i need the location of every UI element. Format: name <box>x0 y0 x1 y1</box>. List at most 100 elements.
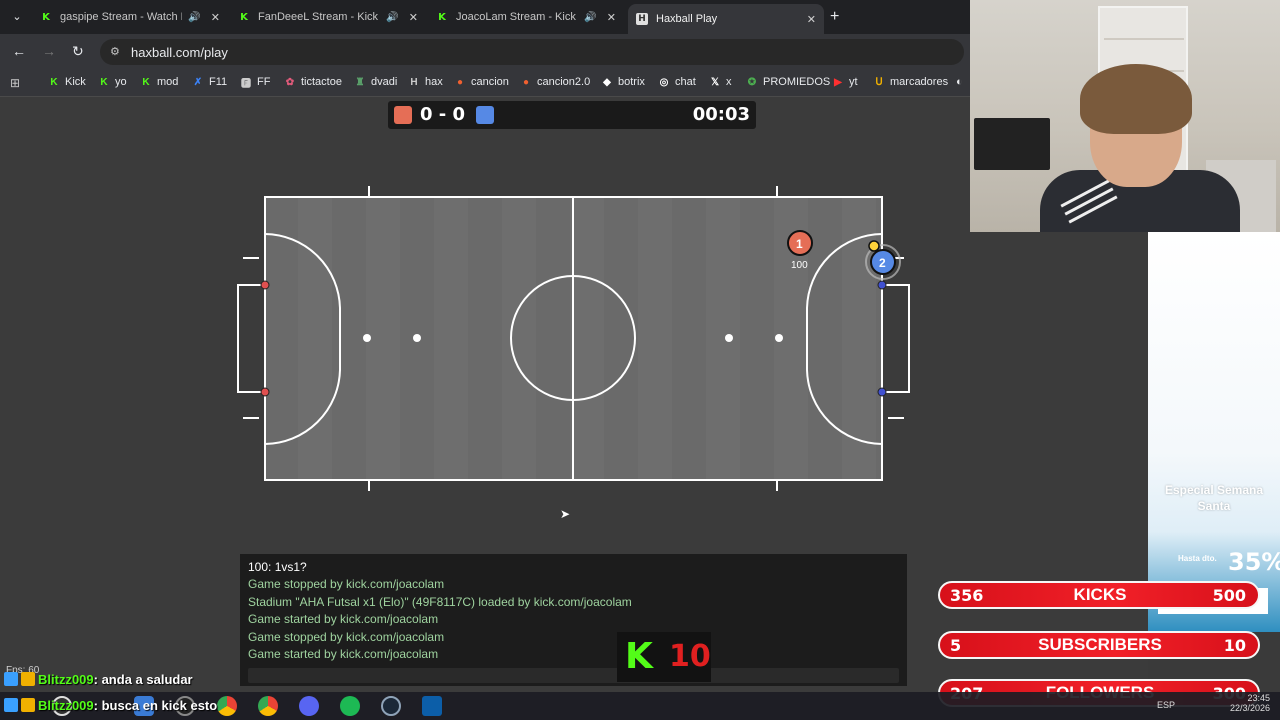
chrome-icon[interactable] <box>217 696 237 716</box>
site-settings-icon[interactable]: ⚙ <box>110 45 120 58</box>
crown-icon <box>21 672 35 686</box>
bookmark-icon: ✗ <box>193 76 203 88</box>
goal-bar-kicks: 356 KICKS 500 <box>938 581 1260 609</box>
game-timer: 00:03 <box>692 104 750 125</box>
left-post-bottom <box>260 387 270 397</box>
clock-date: 22/3/2026 <box>1229 703 1270 713</box>
bookmark-label: yt <box>849 76 858 88</box>
bookmark-promiedos[interactable]: ✪ PROMIEDOS <box>746 76 830 88</box>
chrome-icon[interactable] <box>258 696 278 716</box>
forward-arrow-icon[interactable]: → <box>42 43 56 59</box>
bookmark-icon: ᑌ <box>875 76 883 88</box>
stream-chat-message: Blitzz009: busca en kick esto <box>4 698 217 713</box>
close-icon[interactable]: ✕ <box>211 11 220 24</box>
close-icon[interactable]: ✕ <box>409 11 418 24</box>
chat-text: : busca en kick esto <box>93 698 218 713</box>
tab-gaspipe[interactable]: K gaspipe Stream - Watch Liv 🔊 ✕ <box>32 4 228 30</box>
bookmark-kick[interactable]: K Kick <box>48 76 86 88</box>
bookmark-icon: 𝕏 <box>710 76 720 88</box>
bookmarks-bar: ⊞ K Kick Kyo Kmod ✗ F11 🅵 FF ✿ tictactoe ♜ dvadi Hha… <box>0 70 970 97</box>
haxball-icon: H <box>636 13 648 25</box>
field-lines <box>237 186 910 491</box>
reload-icon[interactable]: ↻ <box>72 43 84 60</box>
ball <box>868 240 880 252</box>
bookmark-cancion[interactable]: ● cancion <box>454 76 509 88</box>
bookmark-icon: ▶ <box>834 76 842 88</box>
close-icon[interactable]: ✕ <box>807 13 816 26</box>
speaker-icon[interactable]: 🔊 <box>584 12 596 23</box>
goal-label: SUBSCRIBERS <box>1038 635 1162 654</box>
bookmark-label: x <box>726 76 732 88</box>
chat-message: 100: 1vs1? <box>248 560 307 574</box>
badge-icon <box>4 698 18 712</box>
ad-discount-label: Hasta dto. <box>1178 554 1217 563</box>
bookmark-label: Kick <box>65 76 86 88</box>
bookmark-icon: ◎ <box>659 76 669 88</box>
right-post-bottom <box>877 387 887 397</box>
tab-haxball[interactable]: H Haxball Play ✕ <box>628 4 824 34</box>
goal-target: 10 <box>1223 636 1246 655</box>
bookmark-label: dvadi <box>371 76 398 88</box>
chat-message: Game stopped by kick.com/joacolam <box>248 577 445 591</box>
new-tab-button[interactable]: + <box>830 8 839 26</box>
bookmark-icon: K <box>100 76 108 88</box>
red-team-indicator <box>394 106 412 124</box>
bookmark-icon: ◆ <box>603 76 611 88</box>
url-text: haxball.com/play <box>131 45 228 60</box>
tab-search-chevron-icon[interactable]: ⌄ <box>6 6 28 28</box>
ad-title: Especial Semana Santa <box>1164 483 1264 513</box>
bookmark-marcadores[interactable]: ᑌ marcadores <box>873 76 948 88</box>
bookmark-yo[interactable]: Kyo <box>98 76 127 88</box>
back-arrow-icon[interactable]: ← <box>12 43 26 59</box>
keyboard-language[interactable]: ESP <box>1157 700 1175 710</box>
bookmark-label: chat <box>675 76 696 88</box>
spotify-icon[interactable] <box>340 696 360 716</box>
bookmark-f11[interactable]: ✗ F11 <box>192 76 227 88</box>
scoreboard: 0 - 0 00:03 <box>388 101 756 129</box>
bookmark-mod[interactable]: Kmod <box>140 76 178 88</box>
steam-icon[interactable] <box>381 696 401 716</box>
bookmark-dvadi[interactable]: ♜ dvadi <box>354 76 398 88</box>
tab-fandeeel[interactable]: K FanDeeeL Stream - Kick Da 🔊 ✕ <box>230 4 426 30</box>
stream-chat-message: Blitzz009: anda a saludar <box>4 672 193 687</box>
kick-logo-overlay: K 10 <box>617 632 711 682</box>
bookmark-ff[interactable]: 🅵 FF <box>240 76 270 90</box>
speaker-icon[interactable]: 🔊 <box>386 12 398 23</box>
chat-username: Blitzz009 <box>38 672 94 687</box>
bookmark-chat[interactable]: ◎ chat <box>658 76 696 88</box>
speaker-icon[interactable]: 🔊 <box>188 12 200 23</box>
bookmark-cancion2-0[interactable]: ● cancion2.0 <box>520 76 590 88</box>
discord-icon[interactable] <box>299 696 319 716</box>
kick-logo-number: 10 <box>669 639 711 674</box>
system-clock[interactable]: 23:45 22/3/2026 <box>1230 693 1270 713</box>
bookmark-icon: K <box>142 76 150 88</box>
chat-text: : anda a saludar <box>93 672 193 687</box>
bookmark-yt[interactable]: ▶ yt <box>832 76 858 88</box>
apps-grid-icon[interactable]: ⊞ <box>10 76 20 90</box>
webcam-feed <box>970 0 1280 232</box>
bookmark-hax[interactable]: Hhax <box>408 76 442 88</box>
bookmark-icon: ● <box>522 76 530 88</box>
url-field[interactable]: ⚙ haxball.com/play <box>100 39 964 65</box>
bookmark-botrix[interactable]: ◆ botrix <box>601 76 645 88</box>
score: 0 - 0 <box>420 104 466 125</box>
tab-title: FanDeeeL Stream - Kick Da <box>258 11 380 23</box>
bookmark-tictactoe[interactable]: ✿ tictactoe <box>284 76 342 88</box>
monitor <box>974 118 1050 170</box>
close-icon[interactable]: ✕ <box>607 11 616 24</box>
app-icon[interactable] <box>422 696 442 716</box>
bookmark-label: mod <box>157 76 179 88</box>
goal-target: 500 <box>1212 586 1246 605</box>
bookmark-label: cancion2.0 <box>537 76 591 88</box>
chat-message: Game started by kick.com/joacolam <box>248 612 439 626</box>
tab-joacolam[interactable]: K JoacoLam Stream - Kick Da 🔊 ✕ <box>428 4 624 30</box>
bookmark-label: marcadores <box>890 76 949 88</box>
bookmark-label: yo <box>115 76 127 88</box>
chat-username: Blitzz009 <box>38 698 94 713</box>
more-bookmarks-icon[interactable]: ◐ <box>956 76 963 88</box>
ad-banner[interactable]: Especial Semana Santa Hasta dto. 35% Res… <box>1148 232 1280 632</box>
goal-bar-subscribers: 5 SUBSCRIBERS 10 <box>938 631 1260 659</box>
tab-title: gaspipe Stream - Watch Liv <box>60 11 182 23</box>
bookmark-x[interactable]: 𝕏x <box>709 76 732 88</box>
chat-input[interactable] <box>248 668 899 683</box>
